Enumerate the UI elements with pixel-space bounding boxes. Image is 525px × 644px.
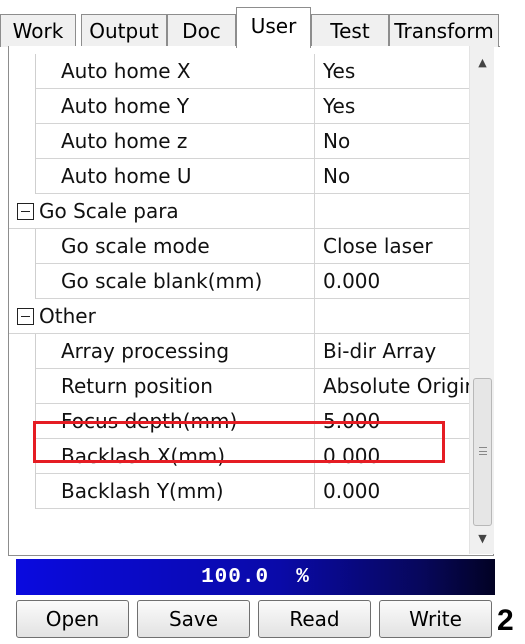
read-button[interactable]: Read: [258, 600, 371, 638]
property-name: Auto home z: [36, 124, 315, 159]
property-value[interactable]: Yes: [315, 89, 469, 124]
row-gutter: [9, 369, 36, 404]
tab-transform[interactable]: Transform: [389, 14, 499, 47]
grid-row-auto-home-u[interactable]: Auto home U No: [9, 159, 469, 194]
row-gutter: [9, 229, 36, 264]
property-value[interactable]: No: [315, 124, 469, 159]
group-value: [315, 299, 469, 334]
property-value[interactable]: Bi-dir Array: [315, 334, 469, 369]
property-name: Go scale blank(mm): [36, 264, 315, 299]
property-value[interactable]: 0.000: [315, 439, 469, 474]
property-name: Auto home Y: [36, 89, 315, 124]
laser-control-panel: Work Output Doc User Test Transform Auto…: [0, 0, 525, 644]
grid-row-focus-depth[interactable]: Focus depth(mm) 5.000: [9, 404, 469, 439]
property-name: Backlash X(mm): [36, 439, 315, 474]
property-name: Auto home X: [36, 54, 315, 89]
property-name: Return position: [36, 369, 315, 404]
grid-group-go-scale-para[interactable]: Go Scale para: [9, 194, 469, 229]
grid-row-go-scale-blank[interactable]: Go scale blank(mm) 0.000: [9, 264, 469, 299]
scroll-thumb[interactable]: [473, 378, 492, 526]
tab-test[interactable]: Test: [311, 14, 389, 47]
property-value[interactable]: 5.000: [315, 404, 469, 439]
grid-row-backlash-y[interactable]: Backlash Y(mm) 0.000: [9, 474, 469, 509]
write-button[interactable]: Write: [379, 600, 492, 638]
progress-text: 100.0 %: [201, 565, 310, 589]
figure-number: 2: [497, 604, 514, 637]
property-value[interactable]: Absolute Origin: [315, 369, 469, 404]
group-name: Go Scale para: [9, 194, 315, 229]
scroll-grip-icon: [479, 447, 487, 455]
group-name: Other: [9, 299, 315, 334]
property-grid: Auto home X Yes Auto home Y Yes Auto hom…: [9, 46, 469, 554]
property-name: Focus depth(mm): [36, 404, 315, 439]
row-gutter: [9, 54, 36, 89]
grid-group-other[interactable]: Other: [9, 299, 469, 334]
grid-row-auto-home-x[interactable]: Auto home X Yes: [9, 54, 469, 89]
scroll-down-arrow-icon[interactable]: ▼: [470, 526, 495, 550]
vertical-scrollbar[interactable]: ▲ ▼: [469, 46, 494, 554]
open-button[interactable]: Open: [16, 600, 129, 638]
row-gutter: [9, 439, 36, 474]
row-gutter: [9, 264, 36, 299]
property-name: Auto home U: [36, 159, 315, 194]
property-grid-panel: Auto home X Yes Auto home Y Yes Auto hom…: [8, 46, 494, 556]
scroll-up-arrow-icon[interactable]: ▲: [470, 50, 495, 74]
save-button[interactable]: Save: [137, 600, 250, 638]
grid-row-go-scale-mode[interactable]: Go scale mode Close laser: [9, 229, 469, 264]
grid-row-auto-home-y[interactable]: Auto home Y Yes: [9, 89, 469, 124]
row-gutter: [9, 124, 36, 159]
property-value[interactable]: Yes: [315, 54, 469, 89]
row-gutter: [9, 89, 36, 124]
group-value: [315, 194, 469, 229]
grid-row-array-processing[interactable]: Array processing Bi-dir Array: [9, 334, 469, 369]
row-gutter: [9, 334, 36, 369]
property-name: Array processing: [36, 334, 315, 369]
tab-bar: Work Output Doc User Test Transform: [0, 0, 500, 48]
grid-row-return-position[interactable]: Return position Absolute Origin: [9, 369, 469, 404]
row-gutter: [9, 159, 36, 194]
property-name: Go scale mode: [36, 229, 315, 264]
row-gutter: [9, 474, 36, 509]
tab-output[interactable]: Output: [81, 14, 167, 47]
property-value[interactable]: Close laser: [315, 229, 469, 264]
property-value[interactable]: 0.000: [315, 474, 469, 509]
property-name: Backlash Y(mm): [36, 474, 315, 509]
progress-bar: 100.0 %: [16, 559, 495, 595]
tab-user[interactable]: User: [236, 7, 311, 48]
tab-doc[interactable]: Doc: [167, 14, 236, 47]
tab-work[interactable]: Work: [0, 14, 76, 47]
grid-row-auto-home-z[interactable]: Auto home z No: [9, 124, 469, 159]
grid-row-backlash-x[interactable]: Backlash X(mm) 0.000: [9, 439, 469, 474]
property-value[interactable]: 0.000: [315, 264, 469, 299]
property-value[interactable]: No: [315, 159, 469, 194]
row-gutter: [9, 404, 36, 439]
